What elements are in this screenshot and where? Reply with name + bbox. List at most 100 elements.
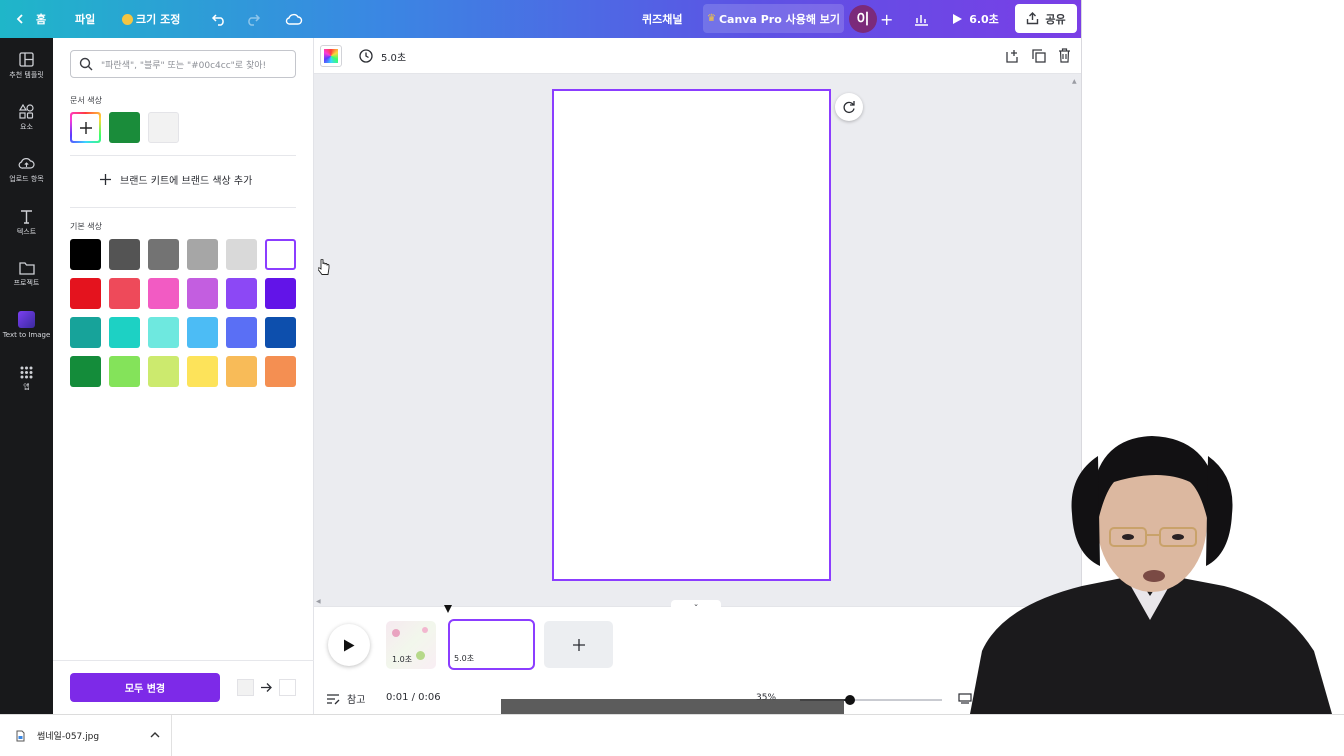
default-color-swatch[interactable]	[109, 317, 140, 348]
design-page[interactable]	[552, 89, 831, 581]
sidebar-item-label: 업로드 항목	[9, 175, 44, 183]
sidebar-item-projects[interactable]: 프로젝트	[0, 261, 53, 288]
shapes-icon	[19, 104, 34, 119]
default-color-swatch[interactable]	[148, 278, 179, 309]
try-canva-pro-button[interactable]: ♛ Canva Pro 사용해 보기	[703, 4, 844, 33]
background-color-button[interactable]	[320, 45, 342, 67]
refresh-suggestion-button[interactable]	[835, 93, 863, 121]
sidebar-item-text-to-image[interactable]: Text to Image	[0, 311, 53, 339]
share-button[interactable]: 공유	[1015, 4, 1077, 33]
chevron-left-icon	[16, 14, 23, 24]
default-color-swatch[interactable]	[226, 239, 257, 270]
undo-button[interactable]	[211, 0, 227, 38]
timeline-play-button[interactable]	[328, 624, 370, 666]
home-button[interactable]: 홈	[14, 0, 46, 38]
default-color-swatch[interactable]	[70, 317, 101, 348]
default-color-swatch[interactable]	[148, 239, 179, 270]
chevron-up-icon[interactable]	[150, 731, 160, 739]
timeline-page-thumb-2[interactable]: 5.0초	[448, 619, 535, 670]
chevron-down-icon: ⌄	[693, 600, 699, 608]
document-color-swatch[interactable]	[109, 112, 140, 143]
cloud-save-status[interactable]	[285, 0, 303, 38]
top-bar: 홈 파일 크기 조정 퀴즈채널 ♛ Canva Pro 사용해 보기 이 + 6…	[0, 0, 1081, 38]
default-color-swatch[interactable]	[70, 239, 101, 270]
cloud-upload-icon	[18, 158, 35, 169]
download-item[interactable]: 썸네일-057.jpg	[0, 715, 172, 756]
default-color-swatch[interactable]	[187, 356, 218, 387]
scrollbar-up-arrow[interactable]: ▲	[1072, 78, 1078, 86]
change-all-button[interactable]: 모두 변경	[70, 673, 220, 702]
page-duration-label: 1.0초	[392, 655, 413, 664]
play-icon	[953, 13, 963, 24]
color-panel: "파란색", "블루" 또는 "#00c4cc"로 찾아! 문서 색상 브랜드 …	[53, 38, 314, 714]
replace-from-swatch[interactable]	[237, 679, 254, 696]
default-color-swatch[interactable]	[265, 317, 296, 348]
clock-icon	[359, 49, 373, 63]
sidebar-item-label: Text to Image	[2, 331, 51, 339]
default-color-swatch[interactable]	[109, 239, 140, 270]
color-wheel-icon	[324, 49, 338, 63]
insights-button[interactable]	[913, 0, 929, 38]
undo-icon	[211, 14, 224, 26]
present-play-button[interactable]: 6.0초	[942, 4, 1008, 33]
resize-button[interactable]: 크기 조정	[122, 0, 180, 38]
sidebar-item-elements[interactable]: 요소	[0, 104, 53, 132]
default-color-swatch[interactable]	[265, 278, 296, 309]
timeline-page-thumb-1[interactable]: 1.0초	[386, 621, 436, 669]
notes-icon	[327, 693, 340, 704]
default-color-swatch[interactable]	[187, 278, 218, 309]
sidebar-item-uploads[interactable]: 업로드 항목	[0, 156, 53, 184]
resize-label: 크기 조정	[136, 13, 181, 26]
default-color-swatch[interactable]	[226, 356, 257, 387]
default-color-swatch[interactable]	[265, 356, 296, 387]
default-color-swatch[interactable]	[109, 278, 140, 309]
mouse-cursor-icon	[318, 259, 330, 275]
sidebar-item-text[interactable]: 텍스트	[0, 209, 53, 237]
thumb-decoration	[392, 629, 400, 637]
default-color-swatch[interactable]	[109, 356, 140, 387]
sidebar-item-apps[interactable]: 앱	[0, 366, 53, 392]
playhead-marker[interactable]	[444, 605, 452, 613]
add-new-color-button[interactable]	[70, 112, 101, 143]
default-colors-title: 기본 색상	[70, 222, 102, 231]
notes-button[interactable]: 참고	[326, 691, 365, 706]
default-color-swatch[interactable]	[187, 317, 218, 348]
sidebar-item-templates[interactable]: 추천 템플릿	[0, 52, 53, 80]
home-label: 홈	[36, 13, 47, 26]
add-page-button[interactable]	[544, 621, 613, 668]
default-color-swatch[interactable]	[148, 356, 179, 387]
default-color-swatch[interactable]	[226, 278, 257, 309]
text-to-image-icon	[18, 311, 35, 328]
sidebar-item-label: 텍스트	[16, 228, 37, 236]
collapse-timeline-button[interactable]: ⌄	[671, 600, 721, 608]
canva-editor-window: 홈 파일 크기 조정 퀴즈채널 ♛ Canva Pro 사용해 보기 이 + 6…	[0, 0, 1082, 714]
add-brand-color-button[interactable]: 브랜드 키트에 브랜드 색상 추가	[100, 172, 252, 187]
user-avatar[interactable]: 이	[849, 5, 877, 33]
document-color-swatch[interactable]	[148, 112, 179, 143]
time-readout: 0:01 / 0:06	[386, 692, 441, 703]
scroll-left-arrow[interactable]: ◀	[316, 598, 321, 605]
refresh-icon	[843, 101, 855, 114]
divider	[53, 660, 314, 661]
default-color-swatch[interactable]	[226, 317, 257, 348]
replace-to-swatch[interactable]	[279, 679, 296, 696]
default-color-swatch[interactable]	[70, 356, 101, 387]
plus-icon	[572, 638, 585, 651]
layout-icon	[19, 52, 34, 67]
invite-button[interactable]: +	[880, 0, 893, 38]
default-color-swatch[interactable]	[148, 317, 179, 348]
file-menu-button[interactable]: 파일	[75, 0, 95, 38]
delete-page-icon[interactable]	[1058, 48, 1071, 63]
page-duration-button[interactable]: 5.0초	[359, 38, 406, 74]
duplicate-page-icon[interactable]	[1032, 49, 1046, 63]
zoom-slider-knob[interactable]	[844, 695, 855, 705]
search-placeholder: "파란색", "블루" 또는 "#00c4cc"로 찾아!	[101, 60, 267, 71]
add-page-icon[interactable]	[1006, 49, 1020, 63]
redo-button[interactable]	[245, 0, 261, 38]
color-search-input[interactable]: "파란색", "블루" 또는 "#00c4cc"로 찾아!	[70, 50, 296, 78]
default-color-swatch[interactable]	[265, 239, 296, 270]
default-color-swatch[interactable]	[187, 239, 218, 270]
divider	[70, 155, 296, 156]
default-color-swatch[interactable]	[70, 278, 101, 309]
project-name[interactable]: 퀴즈채널	[642, 0, 682, 38]
